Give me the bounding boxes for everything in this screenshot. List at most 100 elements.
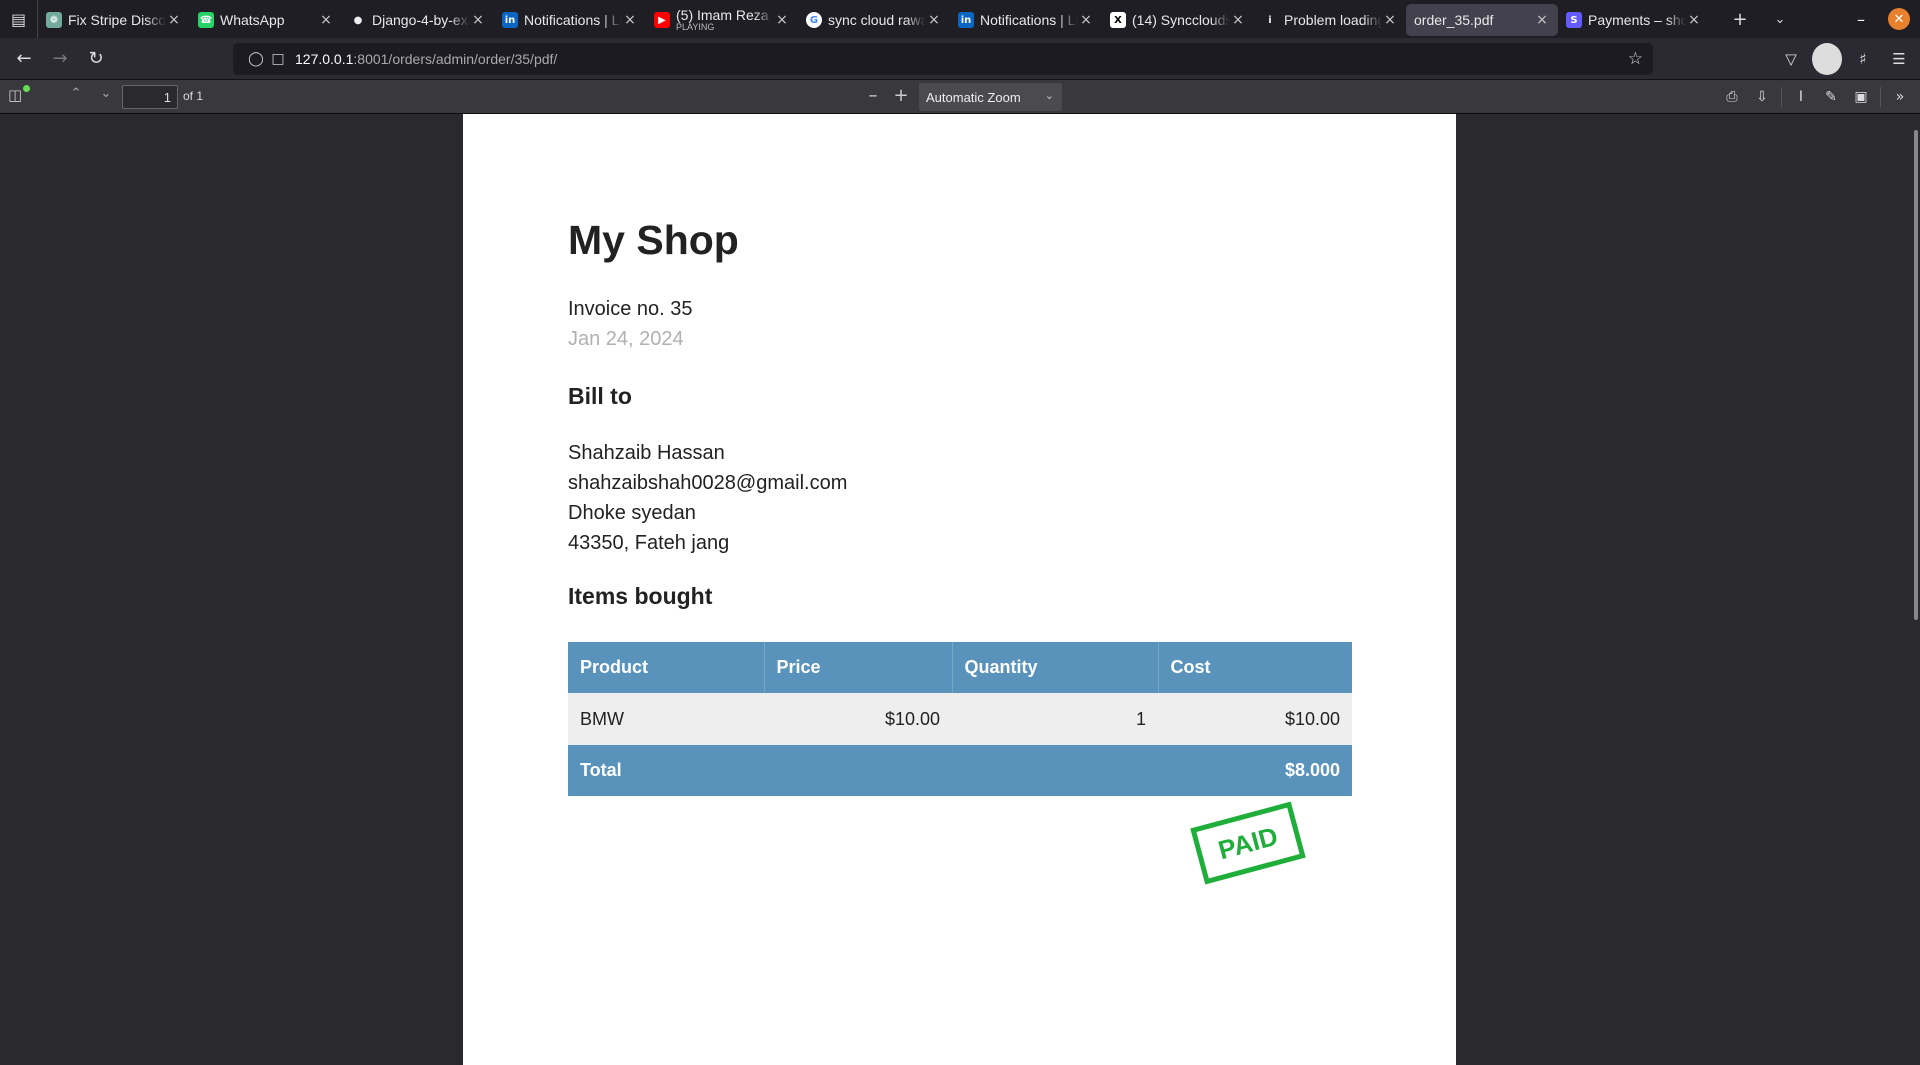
customer-address: Dhoke syedan bbox=[568, 502, 696, 524]
url-path: :8001/orders/admin/order/35/pdf/ bbox=[353, 51, 558, 67]
back-button[interactable]: ← bbox=[6, 43, 42, 75]
zoom-select-value: Automatic Zoom bbox=[926, 89, 1021, 105]
pdf-toolbar: ◫ ⌃ ⌄ of 1 – + Automatic Zoom ⌄ ⎙ ⇩ I ✎ … bbox=[0, 80, 1920, 114]
total-label: Total bbox=[568, 745, 1158, 796]
browser-tab[interactable]: ☎ WhatsApp × bbox=[190, 4, 342, 36]
close-tab-icon[interactable]: × bbox=[1078, 12, 1094, 28]
account-button[interactable]: S bbox=[1812, 43, 1842, 75]
stripe-icon: S bbox=[1566, 12, 1582, 28]
close-window-button[interactable]: ✕ bbox=[1888, 8, 1910, 30]
close-tab-icon[interactable]: × bbox=[774, 12, 790, 28]
window-controls: – ✕ bbox=[1850, 8, 1920, 30]
chevron-down-icon: ⌄ bbox=[1044, 90, 1054, 102]
paid-stamp: PAID bbox=[1190, 801, 1306, 885]
zoom-select[interactable]: Automatic Zoom ⌄ bbox=[919, 83, 1062, 111]
close-tab-icon[interactable]: × bbox=[1230, 12, 1246, 28]
browser-tab[interactable]: S Payments – shop × bbox=[1558, 4, 1710, 36]
pocket-icon[interactable]: ▽ bbox=[1776, 43, 1806, 75]
items-heading: Items bought bbox=[568, 583, 713, 609]
tabbar-actions: + ⌄ bbox=[1720, 9, 1800, 30]
column-header-quantity: Quantity bbox=[952, 642, 1159, 693]
shop-title: My Shop bbox=[568, 217, 739, 263]
billing-address: Shahzaib Hassan shahzaibshah0028@gmail.c… bbox=[568, 438, 847, 558]
tab-title: Payments – shop bbox=[1588, 12, 1686, 28]
forward-button[interactable]: → bbox=[42, 43, 78, 75]
tab-playing-label: PLAYING bbox=[676, 22, 715, 32]
page-number-input[interactable] bbox=[122, 85, 178, 109]
tab-title: sync cloud rawalpindi bbox=[828, 12, 926, 28]
close-tab-icon[interactable]: × bbox=[622, 12, 638, 28]
pdf-toolbar-right: ⎙ ⇩ I ✎ ▣ » bbox=[1718, 84, 1914, 110]
reload-button[interactable]: ↻ bbox=[78, 43, 114, 75]
minimize-button[interactable]: – bbox=[1850, 10, 1872, 29]
address-bar[interactable]: ◯ □ 127.0.0.1:8001/orders/admin/order/35… bbox=[233, 43, 1653, 75]
tab-overflow-chevron-icon[interactable]: ⌄ bbox=[1760, 12, 1800, 27]
more-tools-chevron-icon[interactable]: » bbox=[1886, 84, 1914, 110]
browser-tab[interactable]: ▶ (5) Imam Reza 1 PLAYING × bbox=[646, 4, 798, 36]
tab-title: Fix Stripe Discount bbox=[68, 12, 166, 28]
youtube-icon: ▶ bbox=[654, 12, 670, 28]
tab-title: Problem loading page bbox=[1284, 12, 1382, 28]
bookmark-star-icon[interactable]: ☆ bbox=[1628, 49, 1643, 69]
close-tab-icon[interactable]: × bbox=[1686, 12, 1702, 28]
close-tab-icon[interactable]: × bbox=[318, 12, 334, 28]
extensions-puzzle-icon[interactable]: ♯ bbox=[1848, 43, 1878, 75]
close-tab-icon[interactable]: × bbox=[1534, 12, 1550, 28]
tab-title: order_35.pdf bbox=[1414, 12, 1494, 28]
add-image-icon[interactable]: ▣ bbox=[1847, 84, 1875, 110]
invoice-number: Invoice no. 35 bbox=[568, 298, 693, 320]
close-tab-icon[interactable]: × bbox=[470, 12, 486, 28]
text-tool-icon[interactable]: I bbox=[1787, 84, 1815, 110]
info-icon: i bbox=[1268, 14, 1272, 26]
column-header-price: Price bbox=[764, 642, 953, 693]
vertical-scrollbar[interactable] bbox=[1914, 130, 1918, 620]
shield-icon[interactable]: ◯ bbox=[245, 51, 267, 67]
draw-pencil-icon[interactable]: ✎ bbox=[1817, 84, 1845, 110]
menu-hamburger-icon[interactable]: ☰ bbox=[1884, 43, 1914, 75]
tab-title: Notifications | LinkedIn bbox=[524, 12, 622, 28]
browser-tab[interactable]: in Notifications | LinkedIn× bbox=[950, 4, 1102, 36]
cell-cost: $10.00 bbox=[1158, 693, 1352, 745]
save-download-icon[interactable]: ⇩ bbox=[1748, 84, 1776, 110]
sidebar-icon: ◫ bbox=[8, 86, 23, 104]
close-tab-icon[interactable]: × bbox=[926, 12, 942, 28]
pdf-viewer: My Shop Invoice no. 35 Jan 24, 2024 Bill… bbox=[0, 114, 1920, 1065]
browser-tab[interactable]: ● Django-4-by-example× bbox=[342, 4, 494, 36]
print-icon[interactable]: ⎙ bbox=[1718, 84, 1746, 110]
previous-page-button[interactable]: ⌃ bbox=[64, 86, 88, 108]
zoom-in-button[interactable]: + bbox=[888, 86, 914, 108]
customer-postal-city: 43350, Fateh jang bbox=[568, 532, 730, 554]
whatsapp-icon: ☎ bbox=[198, 12, 214, 28]
browser-tab[interactable]: ❁ Fix Stripe Discount× bbox=[38, 4, 190, 36]
tab-title: (5) Imam Reza 1 bbox=[676, 7, 774, 23]
items-table: Product Price Quantity Cost BMW $10.00 1… bbox=[568, 642, 1352, 796]
total-value: $8.000 bbox=[1158, 745, 1352, 796]
chatgpt-icon: ❁ bbox=[46, 12, 62, 28]
sidebar-toggle-button[interactable]: ◫ bbox=[8, 85, 30, 108]
tab-list-button[interactable]: ▤ bbox=[0, 0, 38, 38]
browser-tab[interactable]: X (14) Syncclouds × bbox=[1102, 4, 1254, 36]
browser-tab[interactable]: i Problem loading page× bbox=[1254, 4, 1406, 36]
tab-bar: ▤ ❁Fix Stripe Discount×☎WhatsApp×●Django… bbox=[0, 0, 1920, 38]
cell-product: BMW bbox=[568, 693, 764, 745]
linkedin-icon: in bbox=[958, 12, 974, 28]
zoom-out-button[interactable]: – bbox=[860, 86, 886, 108]
invoice-date: Jan 24, 2024 bbox=[568, 328, 684, 350]
next-page-button[interactable]: ⌄ bbox=[94, 86, 118, 108]
tab-list-icon: ▤ bbox=[10, 9, 27, 29]
page-icon[interactable]: □ bbox=[267, 51, 289, 67]
pdf-page: My Shop Invoice no. 35 Jan 24, 2024 Bill… bbox=[463, 114, 1456, 1065]
url-text[interactable]: 127.0.0.1:8001/orders/admin/order/35/pdf… bbox=[295, 51, 557, 67]
toolbar-right: ▽ S ♯ ☰ bbox=[1776, 43, 1914, 75]
customer-name: Shahzaib Hassan bbox=[568, 442, 725, 464]
close-tab-icon[interactable]: × bbox=[1382, 12, 1398, 28]
browser-tab[interactable]: order_35.pdf × bbox=[1406, 4, 1558, 36]
tab-title: Django-4-by-example bbox=[372, 12, 470, 28]
browser-tab[interactable]: Gsync cloud rawalpindi× bbox=[798, 4, 950, 36]
cell-quantity: 1 bbox=[952, 693, 1158, 745]
close-tab-icon[interactable]: × bbox=[166, 12, 182, 28]
notification-dot bbox=[23, 85, 30, 92]
new-tab-button[interactable]: + bbox=[1720, 9, 1760, 30]
browser-tab[interactable]: in Notifications | LinkedIn× bbox=[494, 4, 646, 36]
linkedin-icon: in bbox=[502, 12, 518, 28]
